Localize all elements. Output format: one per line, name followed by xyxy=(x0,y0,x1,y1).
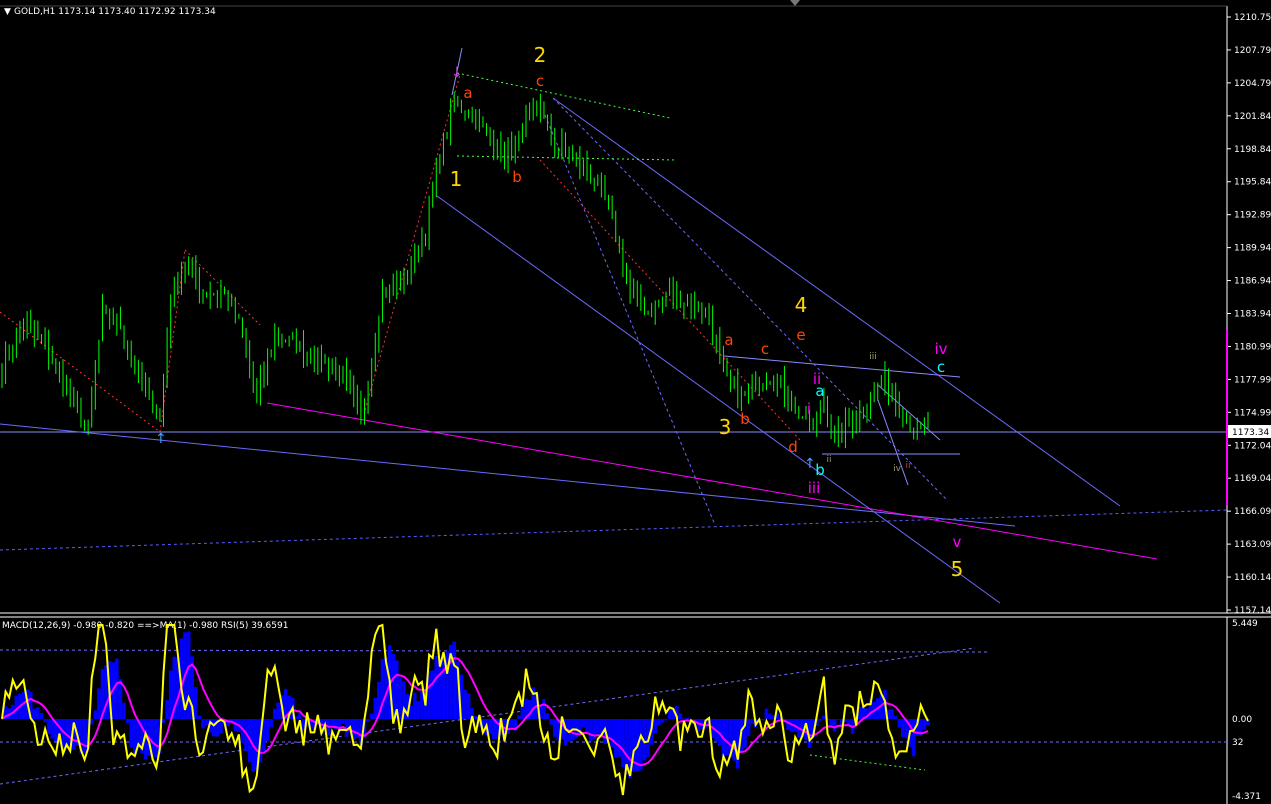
price-label: 1163.09 xyxy=(1234,540,1271,550)
channel-lower xyxy=(436,195,1001,604)
indicator-header: MACD(12,26,9) -0.980 -0.820 ==>MA(1) -0.… xyxy=(2,621,288,631)
price-label: 1189.94 xyxy=(1234,244,1271,254)
wave-label: 5 xyxy=(951,557,964,581)
wave-label: iii xyxy=(869,352,877,362)
candle-series[interactable] xyxy=(1,91,929,449)
price-label: 1160.14 xyxy=(1234,573,1271,583)
wave-label: 1 xyxy=(450,167,463,191)
down-arrow-icon: ↓ xyxy=(451,65,463,81)
price-label: 1195.84 xyxy=(1234,178,1271,188)
oscillator-axis: 5.449 0.00 32 -4.371 xyxy=(1232,619,1261,802)
price-label: 1192.89 xyxy=(1234,211,1271,221)
triangle-upper xyxy=(723,355,961,378)
price-label: 1183.94 xyxy=(1234,310,1271,320)
wave-label: a xyxy=(815,382,824,400)
price-label: 1166.09 xyxy=(1234,507,1271,517)
wave-label: c xyxy=(761,340,769,358)
header-dropdown-icon[interactable]: ▼ xyxy=(4,7,11,17)
red-dotted-4 xyxy=(364,74,461,411)
wave-label: e xyxy=(796,326,805,344)
green-dotted-mid xyxy=(456,155,678,161)
wave-label: 4 xyxy=(795,293,808,317)
wave-label: b xyxy=(815,461,825,479)
wave-label: iv xyxy=(893,464,902,474)
price-label: 1177.99 xyxy=(1234,375,1271,385)
price-label: 1180.99 xyxy=(1234,342,1271,352)
wave-label: ii xyxy=(905,461,910,471)
price-label: 1186.94 xyxy=(1234,277,1271,287)
price-label: 1172.04 xyxy=(1234,441,1271,451)
support-line-blue xyxy=(0,423,1016,527)
up-arrow-icon: ↑ xyxy=(804,456,816,472)
price-label: 1210.75 xyxy=(1234,13,1271,23)
current-price-tag: 1173.34 xyxy=(1228,425,1271,438)
osc-green-dotted xyxy=(809,754,926,771)
chart-canvas[interactable]: ▼ GOLD,H1 1173.14 1173.40 1172.92 1173.3… xyxy=(0,0,1271,804)
wave-label: b xyxy=(740,410,750,428)
osc-label: 32 xyxy=(1232,738,1243,748)
wave-label: v xyxy=(953,533,962,551)
wave-label: 2 xyxy=(534,43,547,67)
osc-upper-line-2 xyxy=(0,647,976,785)
scroll-marker-icon[interactable] xyxy=(790,0,800,6)
dotted-base-line xyxy=(0,509,1228,551)
price-label: 1204.79 xyxy=(1234,79,1271,89)
price-label: 1207.79 xyxy=(1234,46,1271,56)
wave-label: a xyxy=(463,84,472,102)
wave-label: a xyxy=(724,331,733,349)
price-label: 1169.04 xyxy=(1234,474,1271,484)
osc-label: -4.371 xyxy=(1232,792,1261,802)
osc-upper-line-1 xyxy=(0,649,991,653)
price-label: 1201.84 xyxy=(1234,112,1271,122)
wave-label: c xyxy=(937,358,945,376)
wave-label: 3 xyxy=(719,415,732,439)
wave-label: d xyxy=(788,438,798,456)
price-label: 1157.14 xyxy=(1234,606,1271,616)
price-axis: 1210.75 1207.79 1204.79 1201.84 1198.84 1195.… xyxy=(1227,13,1271,616)
arrows: ↑ ↓ ↑ xyxy=(155,65,816,472)
wave-label: iv xyxy=(934,340,947,358)
red-dotted-5 xyxy=(539,159,801,441)
wave-label: i xyxy=(898,403,901,413)
wave-labels: 12345abcabcdeiiiiiiivvabciiiiiiviii xyxy=(450,43,964,581)
wave-label: iii xyxy=(808,479,821,497)
support-line-magenta xyxy=(266,402,1158,560)
chart-header: GOLD,H1 1173.14 1173.40 1172.92 1173.34 xyxy=(14,7,216,17)
price-label: 1198.84 xyxy=(1234,145,1271,155)
osc-label: 5.449 xyxy=(1232,619,1258,629)
current-price-value: 1173.34 xyxy=(1232,428,1269,438)
wave-label: c xyxy=(536,72,544,90)
up-arrow-icon: ↑ xyxy=(155,431,167,447)
wave-label: b xyxy=(512,168,522,186)
wave-label: ii xyxy=(826,455,831,465)
green-dotted-top xyxy=(456,72,671,119)
osc-label: 0.00 xyxy=(1232,715,1252,725)
wave-label: i xyxy=(807,400,811,418)
price-label: 1174.99 xyxy=(1234,408,1271,418)
